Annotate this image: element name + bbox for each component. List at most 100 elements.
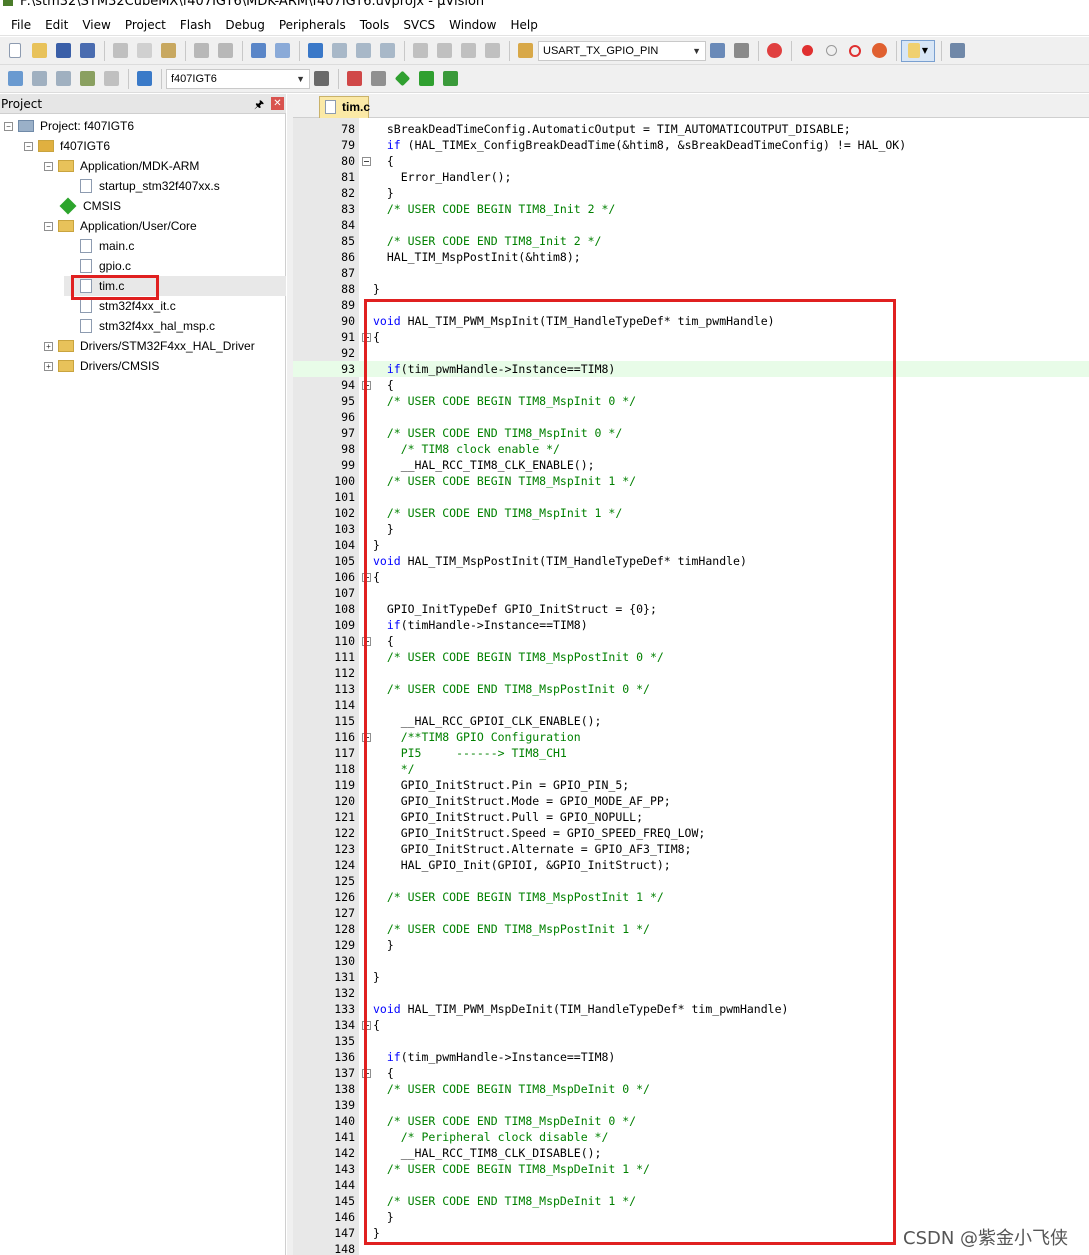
copy-icon[interactable] (133, 40, 155, 62)
code-line[interactable]: 123 GPIO_InitStruct.Alternate = GPIO_AF3… (293, 841, 1089, 857)
fold-toggle-icon[interactable] (362, 733, 371, 742)
fold-toggle-icon[interactable] (362, 381, 371, 390)
bookmark-icon[interactable] (304, 40, 326, 62)
bookmark-next-icon[interactable] (352, 40, 374, 62)
select-packs-icon[interactable] (415, 68, 437, 90)
code-line[interactable]: 107 (293, 585, 1089, 601)
menu-tools[interactable]: Tools (353, 14, 397, 36)
build-icon[interactable] (28, 68, 50, 90)
code-line[interactable]: 132 (293, 985, 1089, 1001)
manage-project-icon[interactable] (343, 68, 365, 90)
menu-debug[interactable]: Debug (218, 14, 271, 36)
breakpoint-kill-all-icon[interactable] (868, 40, 890, 62)
code-line[interactable]: 144 (293, 1177, 1089, 1193)
code-line[interactable]: 101 (293, 489, 1089, 505)
collapse-icon[interactable]: − (44, 161, 53, 171)
code-line[interactable]: 121 GPIO_InitStruct.Pull = GPIO_NOPULL; (293, 809, 1089, 825)
code-line[interactable]: 145 /* USER CODE END TIM8_MspDeInit 1 */ (293, 1193, 1089, 1209)
code-line[interactable]: 120 GPIO_InitStruct.Mode = GPIO_MODE_AF_… (293, 793, 1089, 809)
code-line[interactable]: 146 } (293, 1209, 1089, 1225)
tree-item[interactable]: − f407IGT6 (24, 136, 110, 156)
code-line[interactable]: 139 (293, 1097, 1089, 1113)
code-line[interactable]: 131} (293, 969, 1089, 985)
code-line[interactable]: 86 HAL_TIM_MspPostInit(&htim8); (293, 249, 1089, 265)
download-load-icon[interactable] (133, 68, 155, 90)
menu-edit[interactable]: Edit (38, 14, 75, 36)
code-line[interactable]: 94 { (293, 377, 1089, 393)
code-line[interactable]: 108 GPIO_InitTypeDef GPIO_InitStruct = {… (293, 601, 1089, 617)
window-layout-icon[interactable]: ▼ (901, 39, 935, 62)
breakpoint-icon[interactable] (796, 40, 818, 62)
code-line[interactable]: 126 /* USER CODE BEGIN TIM8_MspPostInit … (293, 889, 1089, 905)
code-line[interactable]: 96 (293, 409, 1089, 425)
uncomment-icon[interactable] (481, 40, 503, 62)
collapse-icon[interactable]: − (44, 221, 53, 231)
code-line[interactable]: 115 __HAL_RCC_GPIOI_CLK_ENABLE(); (293, 713, 1089, 729)
code-line[interactable]: 82 } (293, 185, 1089, 201)
stop-build-icon[interactable] (100, 68, 122, 90)
debug-session-icon[interactable] (763, 40, 785, 62)
code-line[interactable]: 142 __HAL_RCC_TIM8_CLK_DISABLE(); (293, 1145, 1089, 1161)
code-line[interactable]: 113 /* USER CODE END TIM8_MspPostInit 0 … (293, 681, 1089, 697)
code-line[interactable]: 119 GPIO_InitStruct.Pin = GPIO_PIN_5; (293, 777, 1089, 793)
collapse-icon[interactable]: − (24, 141, 33, 151)
code-line[interactable]: 89 (293, 297, 1089, 313)
expand-icon[interactable]: + (44, 361, 53, 371)
code-line[interactable]: 135 (293, 1033, 1089, 1049)
code-line[interactable]: 129 } (293, 937, 1089, 953)
tree-item[interactable]: − Project: f407IGT6 (4, 116, 134, 136)
code-line[interactable]: 92 (293, 345, 1089, 361)
tree-item[interactable]: stm32f4xx_hal_msp.c (64, 316, 215, 336)
code-line[interactable]: 116 /**TIM8 GPIO Configuration (293, 729, 1089, 745)
code-line[interactable]: 85 /* USER CODE END TIM8_Init 2 */ (293, 233, 1089, 249)
code-line[interactable]: 99 __HAL_RCC_TIM8_CLK_ENABLE(); (293, 457, 1089, 473)
code-line[interactable]: 117 PI5 ------> TIM8_CH1 (293, 745, 1089, 761)
code-line[interactable]: 91 { (293, 329, 1089, 345)
incremental-find-icon[interactable] (730, 40, 752, 62)
code-line[interactable]: 90 void HAL_TIM_PWM_MspInit(TIM_HandleTyp… (293, 313, 1089, 329)
nav-forward-icon[interactable] (271, 40, 293, 62)
code-line[interactable]: 106 { (293, 569, 1089, 585)
pin-icon[interactable]: 🖈 (254, 96, 264, 115)
code-line[interactable]: 81 Error_Handler(); (293, 169, 1089, 185)
code-line[interactable]: 110 { (293, 633, 1089, 649)
code-line[interactable]: 128 /* USER CODE END TIM8_MspPostInit 1 … (293, 921, 1089, 937)
code-line[interactable]: 98 /* TIM8 clock enable */ (293, 441, 1089, 457)
fold-toggle-icon[interactable] (362, 157, 371, 166)
fold-toggle-icon[interactable] (362, 573, 371, 582)
tree-item[interactable]: gpio.c (64, 256, 131, 276)
code-line[interactable]: 84 (293, 217, 1089, 233)
menu-view[interactable]: View (75, 14, 117, 36)
comment-icon[interactable] (457, 40, 479, 62)
paste-icon[interactable] (157, 40, 179, 62)
tree-item[interactable]: − Application/User/Core (44, 216, 197, 236)
file-extensions-icon[interactable] (367, 68, 389, 90)
menu-window[interactable]: Window (442, 14, 503, 36)
expand-icon[interactable]: + (44, 341, 53, 351)
code-line[interactable]: 137 { (293, 1065, 1089, 1081)
unindent-icon[interactable] (433, 40, 455, 62)
code-line[interactable]: 133 void HAL_TIM_PWM_MspDeInit(TIM_Handle… (293, 1001, 1089, 1017)
code-line[interactable]: 141 /* Peripheral clock disable */ (293, 1129, 1089, 1145)
cut-icon[interactable] (109, 40, 131, 62)
code-line[interactable]: 95 /* USER CODE BEGIN TIM8_MspInit 0 */ (293, 393, 1089, 409)
redo-icon[interactable] (214, 40, 236, 62)
collapse-icon[interactable]: − (4, 121, 13, 131)
find-icon[interactable] (706, 40, 728, 62)
code-editor[interactable]: 78 sBreakDeadTimeConfig.AutomaticOutput … (293, 118, 1089, 1255)
target-options-icon[interactable] (310, 68, 332, 90)
menu-peripherals[interactable]: Peripherals (272, 14, 353, 36)
menu-help[interactable]: Help (503, 14, 544, 36)
code-line[interactable]: 112 (293, 665, 1089, 681)
code-line[interactable]: 134 { (293, 1017, 1089, 1033)
code-line[interactable]: 102 /* USER CODE END TIM8_MspInit 1 */ (293, 505, 1089, 521)
code-line[interactable]: 114 (293, 697, 1089, 713)
undo-icon[interactable] (190, 40, 212, 62)
code-line[interactable]: 143 /* USER CODE BEGIN TIM8_MspDeInit 1 … (293, 1161, 1089, 1177)
indent-icon[interactable] (409, 40, 431, 62)
configure-wrench-icon[interactable] (946, 40, 968, 62)
code-line[interactable]: 87 (293, 265, 1089, 281)
translate-icon[interactable] (4, 68, 26, 90)
pack-installer-icon[interactable] (439, 68, 461, 90)
batch-build-icon[interactable] (76, 68, 98, 90)
